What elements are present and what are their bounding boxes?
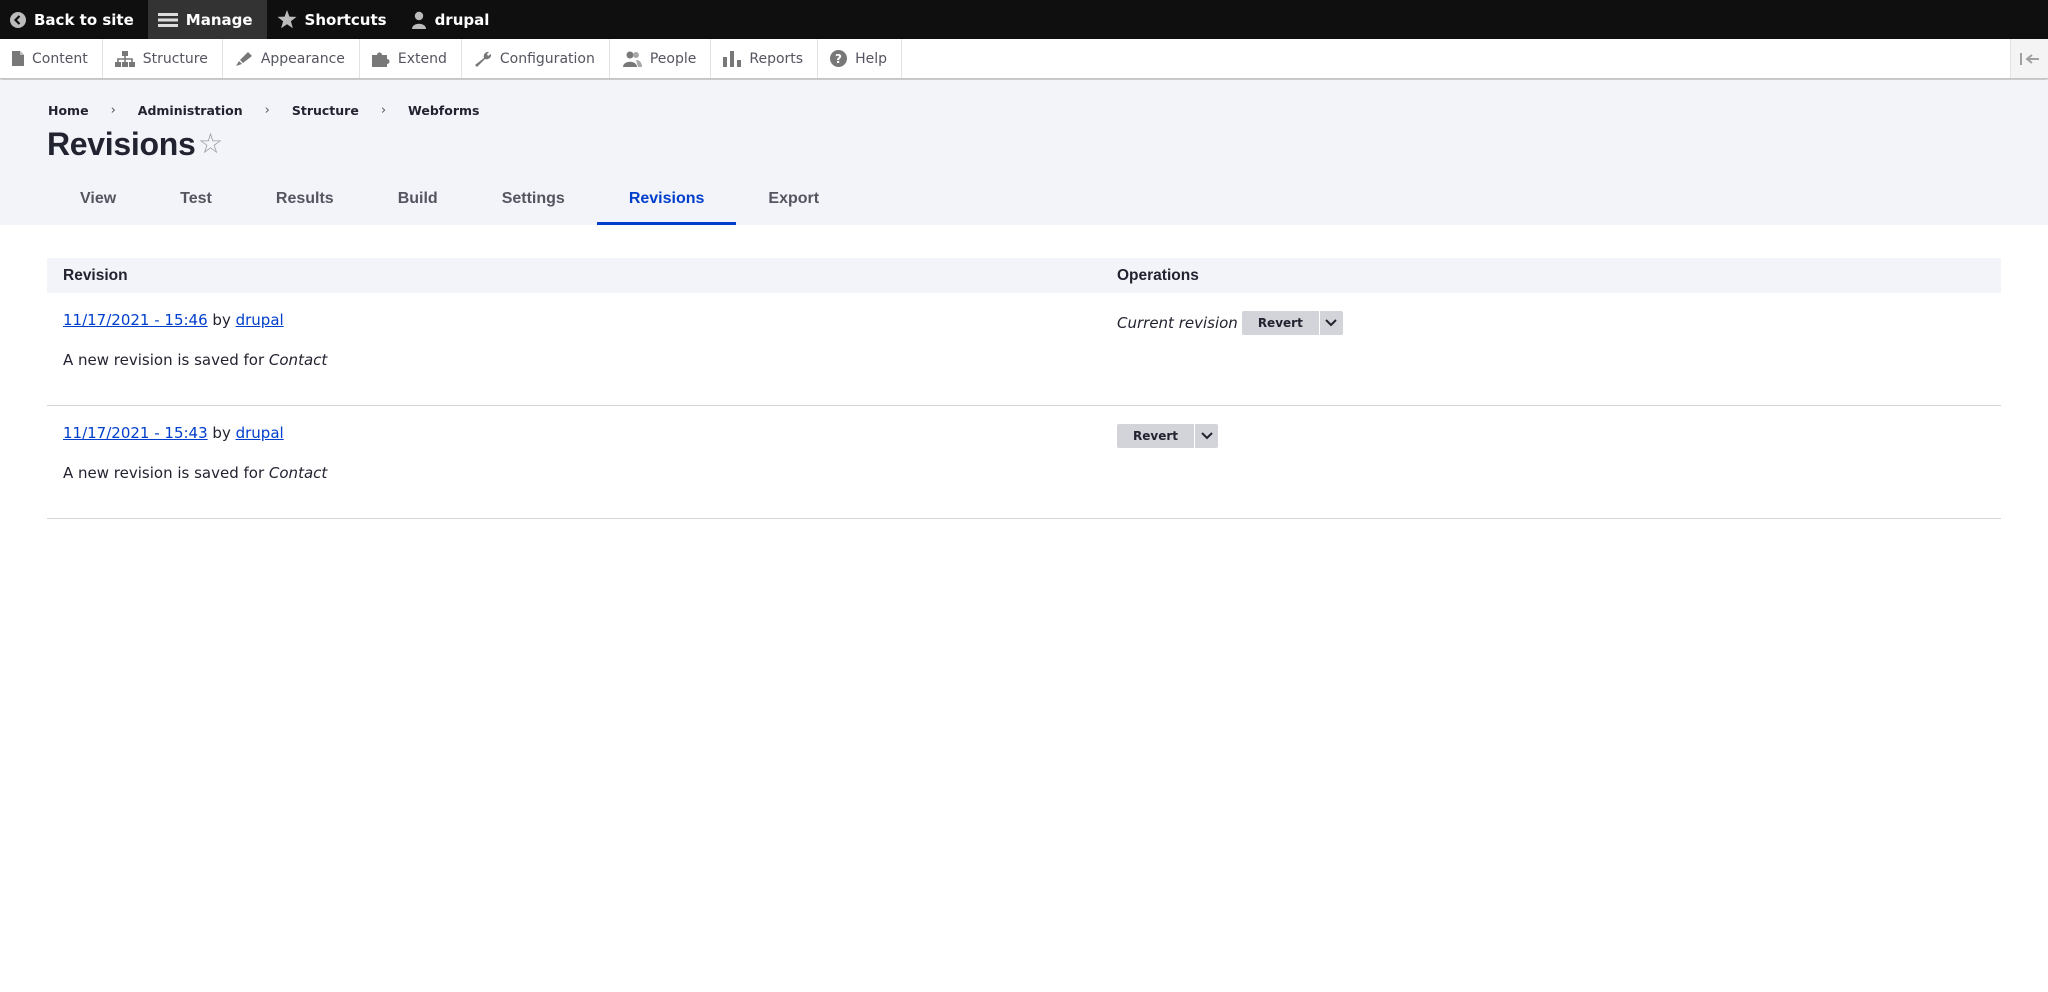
breadcrumb-administration[interactable]: Administration [138, 103, 243, 118]
user-icon [411, 11, 426, 29]
manage-label: Manage [185, 10, 253, 29]
tray-label-help: Help [855, 50, 887, 67]
back-to-site-link[interactable]: Back to site [0, 0, 148, 39]
tray-label-configuration: Configuration [499, 50, 595, 67]
hamburger-icon [157, 12, 178, 27]
tray-item-reports[interactable]: Reports [711, 39, 819, 78]
tray-item-structure[interactable]: Structure [103, 39, 223, 78]
operations-cell: Revert [1117, 424, 1218, 448]
document-icon [12, 51, 24, 66]
dropbutton-toggle[interactable] [1318, 311, 1343, 335]
bar-chart-icon [723, 50, 742, 67]
help-icon: ? [830, 50, 848, 67]
revision-message-subject: Contact [268, 351, 328, 369]
page-title: Revisions [47, 126, 196, 162]
tray-item-people[interactable]: People [610, 39, 712, 78]
paintbrush-icon [235, 51, 252, 66]
revision-message-prefix: A new revision is saved for [63, 351, 265, 369]
star-icon [277, 10, 297, 29]
tab-build[interactable]: Build [366, 190, 470, 225]
revision-message: A new revision is saved for Contact [63, 464, 327, 482]
tray-label-content: Content [32, 50, 88, 67]
revert-button[interactable]: Revert [1117, 424, 1194, 448]
column-header-revision: Revision [63, 266, 128, 284]
column-header-operations: Operations [1117, 266, 1199, 284]
people-icon [622, 51, 642, 67]
page-header: Home › Administration › Structure › Webf… [0, 80, 2048, 225]
current-revision-label: Current revision [1117, 314, 1238, 332]
revision-by: by [212, 424, 231, 442]
collapse-arrow-icon [2019, 52, 2039, 65]
breadcrumb-webforms[interactable]: Webforms [408, 103, 479, 118]
breadcrumb-separator: › [264, 103, 270, 118]
chevron-down-icon [1200, 432, 1213, 440]
tray-item-content[interactable]: Content [0, 39, 103, 78]
admin-toolbar: Back to site Manage Shortcuts drupal [0, 0, 2048, 39]
wrench-icon [474, 51, 491, 67]
tray-label-structure: Structure [142, 50, 208, 67]
revert-button[interactable]: Revert [1241, 311, 1319, 335]
operations-cell: Current revision Revert [1117, 311, 1343, 335]
tab-export[interactable]: Export [736, 190, 851, 225]
revision-author-link[interactable]: drupal [236, 424, 284, 442]
revert-dropbutton: Revert [1241, 311, 1343, 335]
svg-text:?: ? [835, 52, 842, 66]
tray-orientation-toggle[interactable] [2010, 39, 2048, 78]
shortcuts-label: Shortcuts [304, 10, 387, 29]
revert-dropbutton: Revert [1117, 424, 1218, 448]
back-arrow-icon [10, 11, 26, 28]
revision-line: 11/17/2021 - 15:43 by drupal [63, 424, 284, 442]
manage-tab[interactable]: Manage [147, 0, 267, 39]
dropbutton-toggle[interactable] [1194, 424, 1218, 448]
chevron-down-icon [1325, 319, 1338, 327]
tray-item-extend[interactable]: Extend [360, 39, 462, 78]
breadcrumb-structure[interactable]: Structure [292, 103, 359, 118]
breadcrumb-separator: › [380, 103, 387, 118]
favorite-star-icon[interactable]: ☆ [198, 130, 223, 158]
user-label: drupal [434, 10, 490, 29]
tray-item-configuration[interactable]: Configuration [462, 39, 610, 78]
tab-view[interactable]: View [48, 190, 148, 225]
revision-date-link[interactable]: 11/17/2021 - 15:46 [63, 311, 208, 329]
tray-item-help[interactable]: ? Help [818, 39, 902, 78]
user-tab[interactable]: drupal [401, 0, 504, 39]
revision-date-link[interactable]: 11/17/2021 - 15:43 [63, 424, 208, 442]
revisions-table: Revision Operations 11/17/2021 - 15:46 b… [47, 258, 2001, 519]
tab-test[interactable]: Test [148, 190, 244, 225]
puzzle-icon [371, 52, 390, 67]
sitemap-icon [114, 50, 135, 67]
revision-line: 11/17/2021 - 15:46 by drupal [63, 311, 284, 329]
table-row: 11/17/2021 - 15:43 by drupal A new revis… [47, 406, 2001, 519]
revision-message-prefix: A new revision is saved for [63, 464, 265, 482]
admin-tray: Content Structure Appearance Extend Conf… [0, 39, 2048, 79]
breadcrumb: Home › Administration › Structure › Webf… [48, 103, 479, 118]
revision-author-link[interactable]: drupal [236, 311, 284, 329]
tray-item-appearance[interactable]: Appearance [223, 39, 360, 78]
revision-message: A new revision is saved for Contact [63, 351, 327, 369]
tray-label-appearance: Appearance [260, 50, 345, 67]
primary-tabs: View Test Results Build Settings Revisio… [48, 190, 851, 225]
shortcuts-tab[interactable]: Shortcuts [267, 0, 401, 39]
revision-message-subject: Contact [268, 464, 328, 482]
table-header: Revision Operations [47, 258, 2001, 293]
tray-label-people: People [649, 50, 697, 67]
tray-label-extend: Extend [397, 50, 447, 67]
tab-results[interactable]: Results [244, 190, 366, 225]
revision-by: by [212, 311, 231, 329]
breadcrumb-separator: › [110, 103, 116, 118]
breadcrumb-home[interactable]: Home [48, 103, 89, 118]
tab-settings[interactable]: Settings [470, 190, 597, 225]
tab-revisions[interactable]: Revisions [596, 190, 737, 225]
table-row: 11/17/2021 - 15:46 by drupal A new revis… [47, 293, 2001, 406]
back-to-site-label: Back to site [34, 10, 134, 29]
tray-label-reports: Reports [749, 50, 804, 67]
